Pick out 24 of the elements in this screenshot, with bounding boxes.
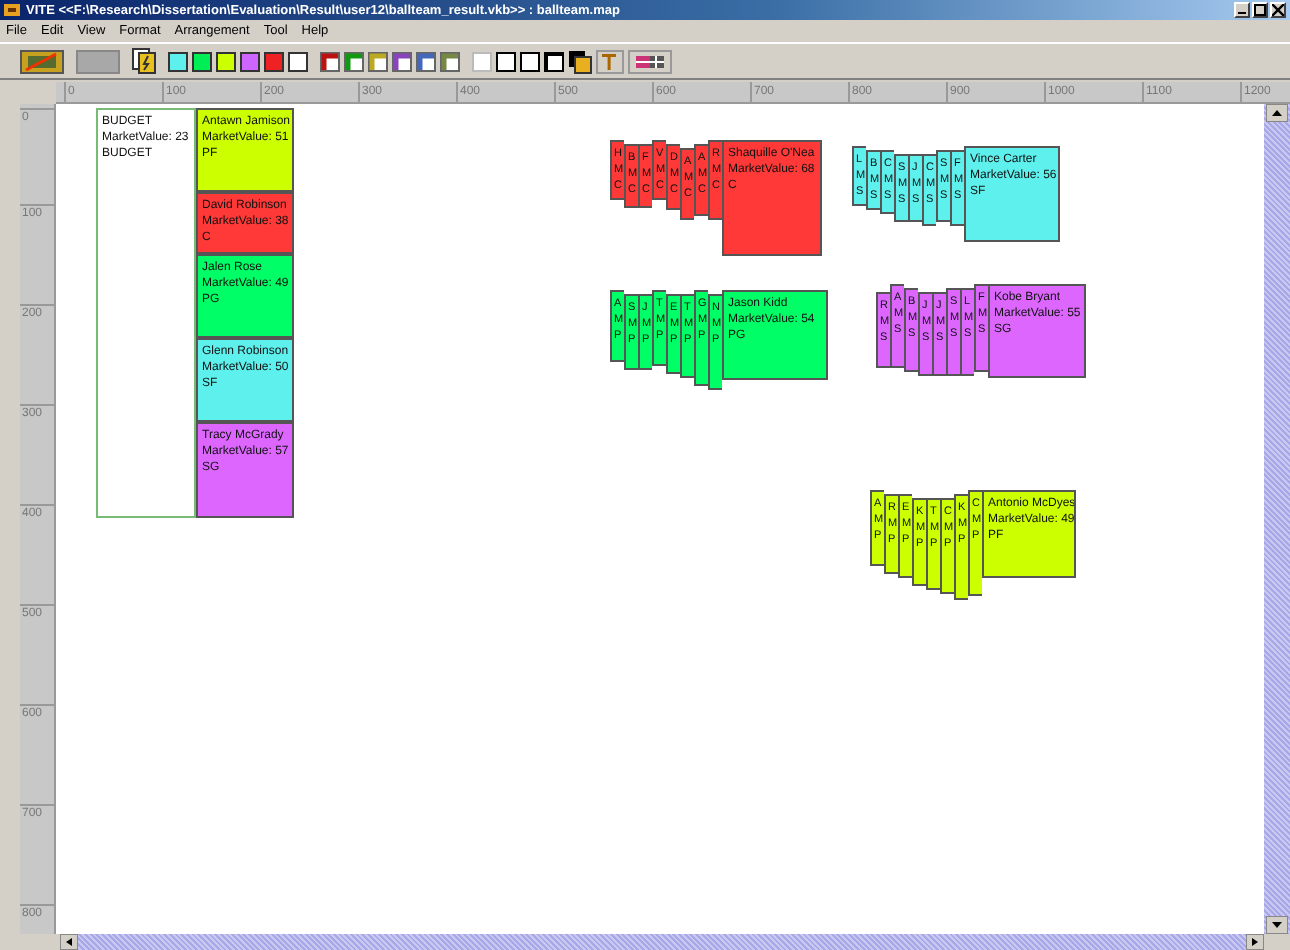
fill-color-swatch[interactable] (168, 51, 188, 71)
layers-icon[interactable] (568, 49, 592, 73)
fill-color-swatch[interactable] (216, 51, 236, 71)
fill-color-swatch[interactable] (192, 51, 212, 71)
horizontal-scrollbar[interactable] (60, 934, 1264, 950)
table-icon[interactable] (628, 49, 672, 73)
scroll-left-icon[interactable] (60, 934, 78, 950)
border-style-icon[interactable] (544, 51, 564, 71)
vertical-scrollbar[interactable] (1264, 104, 1290, 934)
fill-color-swatch[interactable] (288, 51, 308, 71)
border-color-swatch[interactable] (320, 51, 340, 71)
scroll-right-icon[interactable] (1246, 934, 1264, 950)
border-color-swatch[interactable] (416, 51, 436, 71)
scroll-down-icon[interactable] (1266, 916, 1288, 934)
app-icon (4, 2, 20, 18)
fill-color-swatch[interactable] (264, 51, 284, 71)
border-color-swatch[interactable] (392, 51, 412, 71)
document-icon[interactable] (132, 48, 156, 74)
scroll-up-icon[interactable] (1266, 104, 1288, 122)
border-color-swatch[interactable] (344, 51, 364, 71)
fill-color-swatch[interactable] (240, 51, 260, 71)
card-pencil-icon[interactable] (20, 49, 64, 73)
border-color-swatch[interactable] (368, 51, 388, 71)
border-color-swatch[interactable] (440, 51, 460, 71)
